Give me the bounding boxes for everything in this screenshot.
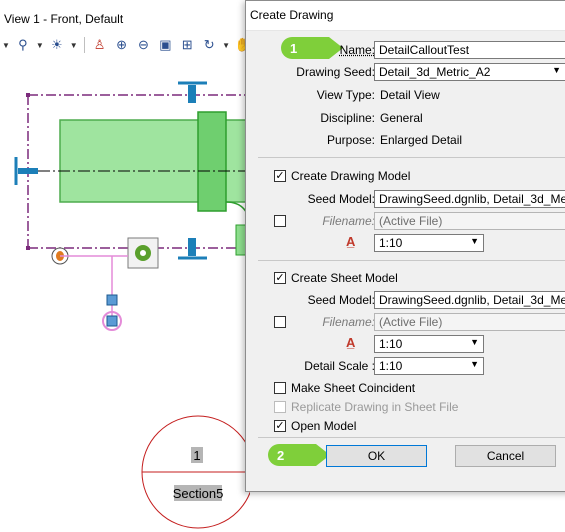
drawing-seed-row: Drawing Seed: Detail_3d_Metric_A2 ▼ bbox=[246, 61, 565, 83]
zoom-out-icon[interactable]: ⊖ bbox=[134, 36, 152, 54]
purpose-row: Purpose: Enlarged Detail bbox=[246, 129, 565, 151]
replicate-drawing-label[interactable]: Replicate Drawing in Sheet File bbox=[291, 400, 458, 414]
sheet-seed-model-input[interactable]: DrawingSeed.dgnlib, Detail_3d_Metric bbox=[374, 291, 565, 309]
view-toolbar: ▼ ⚲ ▼ ☀ ▼ ♙ ⊕ ⊖ ▣ ⊞ ↻ ▼ ✋ bbox=[0, 33, 252, 57]
chevron-down-icon: ▼ bbox=[470, 337, 479, 347]
view-type-label: View Type: bbox=[316, 88, 375, 102]
detail-scale-value: 1:10 bbox=[379, 359, 403, 373]
view-type-value: Detail View bbox=[380, 88, 440, 102]
drawing-seed-model-input[interactable]: DrawingSeed.dgnlib, Detail_3d_Metric bbox=[374, 190, 565, 208]
purpose-value: Enlarged Detail bbox=[380, 133, 463, 147]
sheet-filename-label: Filename: bbox=[322, 315, 375, 329]
view-attributes-icon[interactable]: ⚲ bbox=[14, 36, 32, 54]
chevron-down-icon: ▼ bbox=[470, 359, 479, 369]
detail-scale-row: Detail Scale : 1:10 ▼ bbox=[246, 355, 565, 377]
name-row: Name: DetailCalloutTest bbox=[246, 39, 565, 61]
make-sheet-coincident-checkbox[interactable] bbox=[274, 382, 286, 394]
discipline-label: Discipline: bbox=[320, 111, 375, 125]
create-drawing-model-checkbox[interactable]: ✓ bbox=[274, 170, 286, 182]
drawing-seed-select[interactable]: Detail_3d_Metric_A2 ▼ bbox=[374, 63, 565, 81]
step-callout-2-text: 2 bbox=[277, 447, 285, 463]
fit-view-icon[interactable]: ▣ bbox=[156, 36, 174, 54]
view-title: View 1 - Front, Default bbox=[0, 0, 250, 36]
replicate-drawing-checkbox[interactable] bbox=[274, 401, 286, 413]
sheet-scale-value: 1:10 bbox=[379, 337, 403, 351]
toolbar-overflow-icon[interactable]: ▼ bbox=[2, 41, 10, 50]
chevron-down-icon: ▼ bbox=[470, 236, 479, 246]
cad-canvas[interactable]: 1 Section5 bbox=[0, 60, 250, 532]
make-sheet-coincident-label[interactable]: Make Sheet Coincident bbox=[291, 381, 415, 395]
dialog-title: Create Drawing bbox=[246, 1, 565, 31]
draw-icon[interactable]: ♙ bbox=[91, 36, 109, 54]
create-drawing-model-label[interactable]: Create Drawing Model bbox=[291, 169, 410, 183]
annotation-scale-icon: A̲ bbox=[346, 335, 356, 350]
open-model-label[interactable]: Open Model bbox=[291, 419, 356, 433]
drawing-seed-model-label: Seed Model: bbox=[307, 192, 375, 206]
chevron-down-icon[interactable]: ▼ bbox=[222, 41, 230, 50]
open-model-checkbox[interactable]: ✓ bbox=[274, 420, 286, 432]
name-label: Name: bbox=[339, 43, 375, 57]
detail-callout-bubble[interactable]: 1 Section5 bbox=[141, 415, 250, 529]
callout-name: Section5 bbox=[173, 486, 224, 501]
sheet-scale-select[interactable]: 1:10 ▼ bbox=[374, 335, 484, 353]
callout-number: 1 bbox=[193, 448, 200, 463]
sheet-filename-input[interactable]: (Active File) bbox=[374, 313, 565, 331]
zoom-in-icon[interactable]: ⊕ bbox=[113, 36, 131, 54]
sheet-seed-model-row: Seed Model: DrawingSeed.dgnlib, Detail_3… bbox=[246, 289, 565, 311]
purpose-label: Purpose: bbox=[326, 133, 375, 147]
toolbar-separator bbox=[83, 37, 85, 53]
create-sheet-model-label[interactable]: Create Sheet Model bbox=[291, 271, 398, 285]
sheet-filename-row: Filename: (Active File) bbox=[246, 311, 565, 333]
name-input[interactable]: DetailCalloutTest bbox=[374, 41, 565, 59]
drawing-seed-model-row: Seed Model: DrawingSeed.dgnlib, Detail_3… bbox=[246, 188, 565, 210]
chevron-down-icon: ▼ bbox=[552, 65, 561, 75]
create-sheet-model-checkbox[interactable]: ✓ bbox=[274, 272, 286, 284]
drawing-filename-input[interactable]: (Active File) bbox=[374, 212, 565, 230]
drawing-filename-label: Filename: bbox=[322, 214, 375, 228]
rotate-view-icon[interactable]: ↻ bbox=[200, 36, 218, 54]
view-type-row: View Type: Detail View bbox=[246, 84, 565, 106]
detail-scale-select[interactable]: 1:10 ▼ bbox=[374, 357, 484, 375]
divider bbox=[258, 260, 565, 261]
left-section-marker[interactable] bbox=[14, 157, 38, 185]
divider bbox=[258, 157, 565, 158]
display-style-icon[interactable]: ☀ bbox=[48, 36, 66, 54]
annotation-scale-icon: A̲ bbox=[346, 234, 356, 249]
drawing-filename-row: Filename: (Active File) bbox=[246, 210, 565, 232]
ok-button[interactable]: OK bbox=[326, 445, 427, 467]
divider bbox=[258, 437, 565, 438]
callout-properties-icon[interactable] bbox=[127, 237, 159, 269]
drawing-seed-value: Detail_3d_Metric_A2 bbox=[379, 65, 491, 79]
drawing-scale-value: 1:10 bbox=[379, 236, 403, 250]
cancel-button[interactable]: Cancel bbox=[455, 445, 556, 467]
drawing-scale-select[interactable]: 1:10 ▼ bbox=[374, 234, 484, 252]
create-drawing-dialog: Create Drawing 1 Name: DetailCalloutTest… bbox=[245, 0, 565, 492]
chevron-down-icon[interactable]: ▼ bbox=[36, 41, 44, 50]
step-callout-2: 2 bbox=[268, 444, 330, 466]
sheet-seed-model-label: Seed Model: bbox=[307, 293, 375, 307]
detail-scale-label: Detail Scale : bbox=[304, 359, 375, 373]
callout-leader[interactable] bbox=[60, 255, 128, 331]
drawing-seed-label: Drawing Seed: bbox=[296, 65, 375, 79]
window-area-icon[interactable]: ⊞ bbox=[178, 36, 196, 54]
bottom-section-marker[interactable] bbox=[178, 238, 207, 260]
discipline-value: General bbox=[380, 111, 423, 125]
chevron-down-icon[interactable]: ▼ bbox=[70, 41, 78, 50]
pipe-element[interactable] bbox=[59, 111, 250, 256]
top-section-marker[interactable] bbox=[178, 81, 207, 103]
discipline-row: Discipline: General bbox=[246, 107, 565, 129]
